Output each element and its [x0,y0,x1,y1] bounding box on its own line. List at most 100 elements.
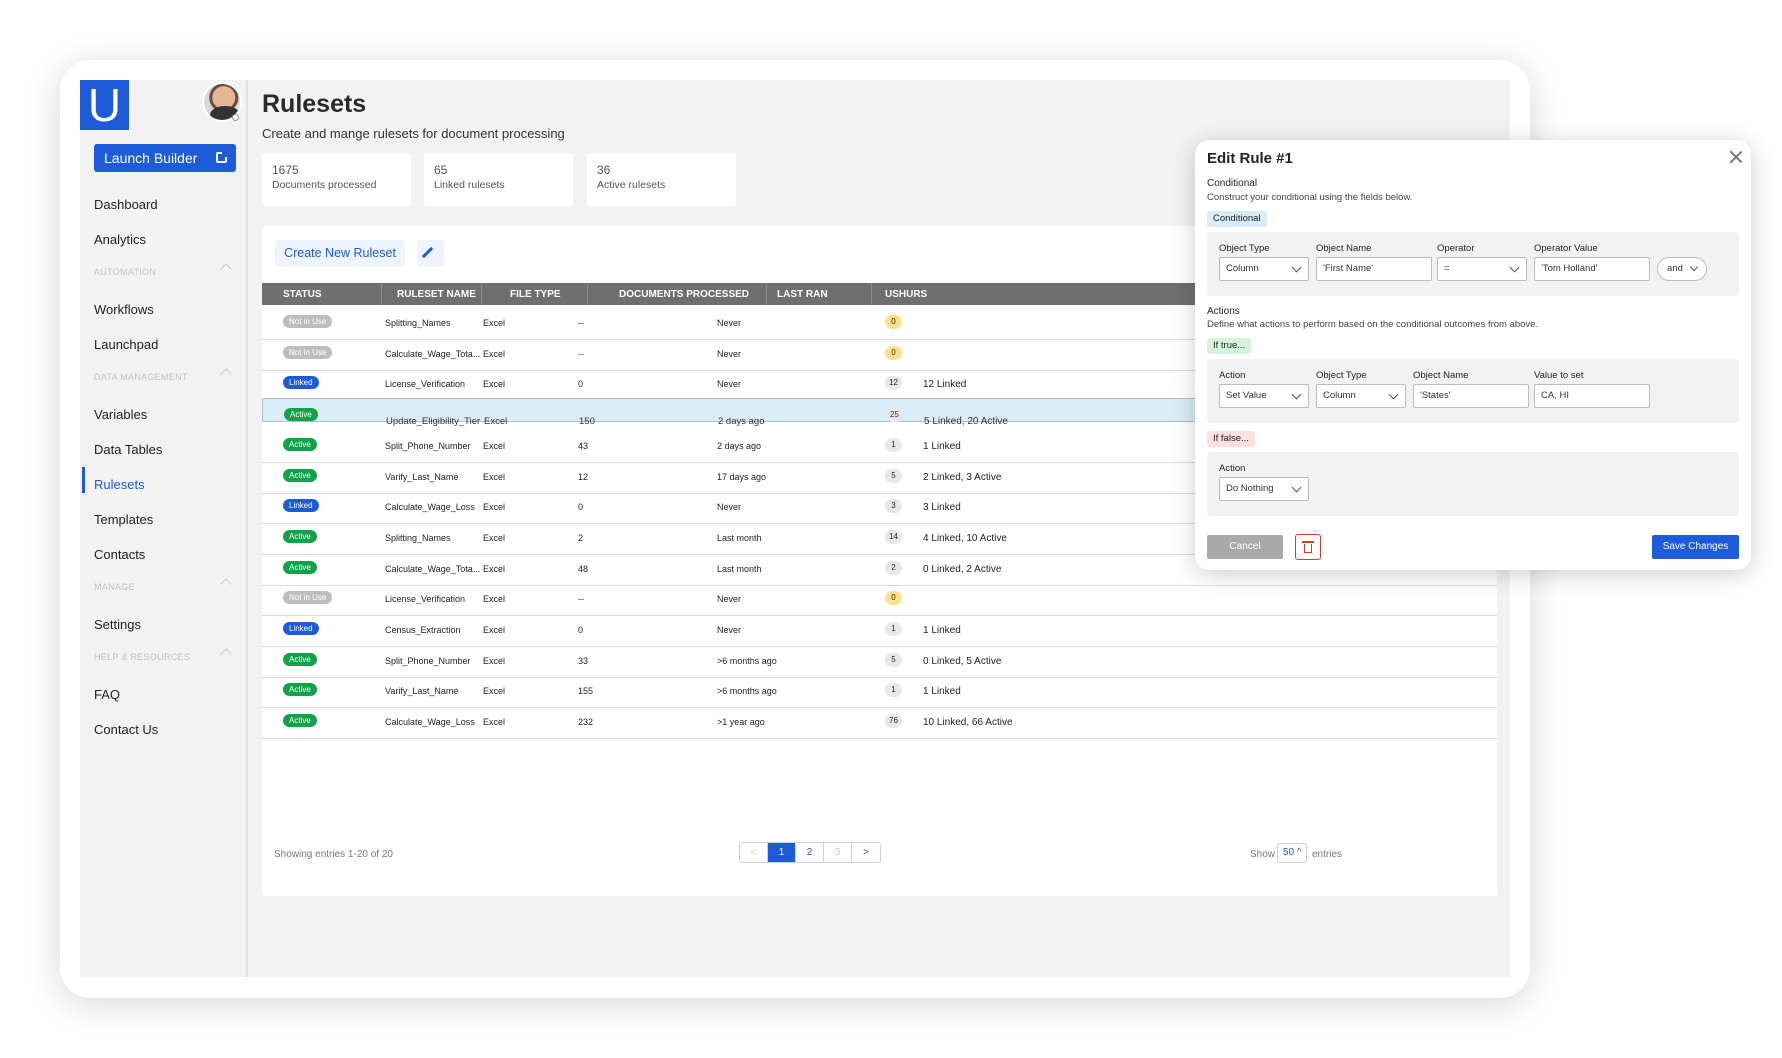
table-row[interactable]: Active Calculate_Wage_Loss Excel 232 >1 year… [262,705,1497,740]
object-type-select[interactable]: Column [1219,257,1309,281]
field-label: Action [1219,463,1246,474]
save-changes-button[interactable]: Save Changes [1652,535,1739,559]
chevron-up-icon [220,578,232,590]
ruleset-name-cell: Splitting_Names [385,318,451,328]
table-row[interactable]: Not in Use License_Verification Excel -- Nev… [262,582,1497,617]
page-button[interactable]: 2 [796,843,824,862]
sidebar-item-workflows[interactable]: Workflows [94,302,154,317]
sidebar-item-contacts[interactable]: Contacts [94,547,145,562]
last-ran-cell: 2 days ago [717,440,762,451]
chevron-down-icon [1388,389,1399,400]
chevron-down-icon [1509,262,1520,273]
sidebar-section-manage[interactable]: Manage [94,578,232,592]
logic-select[interactable]: and [1657,257,1707,281]
file-type-cell: Excel [483,625,506,635]
last-ran-cell: >6 months ago [717,655,777,666]
page-button[interactable]: 3 [824,843,852,862]
sidebar-item-variables[interactable]: Variables [94,407,147,422]
value-to-set-input[interactable]: CA, HI [1534,384,1650,408]
last-ran-cell: 17 days ago [717,471,767,482]
file-type-cell: Excel [483,594,506,605]
documents-processed-cell: 0 [578,379,584,390]
ruleset-name-cell: Varify_Last_Name [385,471,459,482]
sidebar-item-contact-us[interactable]: Contact Us [94,722,158,737]
status-badge: Linked [283,622,319,635]
app-canvas: U Launch Builder Dashboard Analytics Aut… [0,0,1782,1058]
sidebar-section-data-management[interactable]: Data Management [94,368,232,382]
status-badge: Active [283,468,317,482]
col-status[interactable]: STATUS [283,289,322,300]
entries-per-page-select[interactable]: 50 ^ [1277,843,1307,863]
ruleset-name-cell: Calculate_Wage_Loss [385,502,475,513]
field-label: Object Name [1413,370,1469,381]
linked-summary: 12 Linked [923,379,967,391]
page-button[interactable]: 1 [768,843,796,862]
app-logo[interactable]: U [80,80,129,130]
col-file-type[interactable]: FILE TYPE [510,289,561,300]
table-row[interactable]: Active Varify_Last_Name Excel 155 >6 months … [262,674,1497,709]
next-page-button[interactable]: > [852,843,880,862]
file-type-cell: Excel [483,318,506,328]
chevron-up-icon [220,368,232,380]
action-select[interactable]: Set Value [1219,384,1309,408]
col-last-ran[interactable]: LAST RAN [777,289,828,300]
documents-processed-cell: 33 [578,655,589,666]
sidebar-section-automation[interactable]: Automation [94,263,232,277]
file-type-cell: Excel [483,440,506,451]
col-ruleset-name[interactable]: RULESET NAME [397,289,476,300]
sidebar-item-analytics[interactable]: Analytics [94,232,146,247]
object-name-input[interactable]: 'First Name' [1316,257,1432,281]
status-badge: Active [283,683,317,697]
sidebar-item-launchpad[interactable]: Launchpad [94,337,158,352]
delete-button[interactable] [1295,534,1321,560]
file-type-cell: Excel [483,532,506,543]
ushurs-count-badge: 0 [885,591,902,606]
linked-summary: 1 Linked [923,440,961,452]
sidebar-item-faq[interactable]: FAQ [94,687,120,702]
last-ran-cell: Never [717,379,742,390]
section-label: Manage [94,582,135,592]
documents-processed-cell: 2 [578,532,584,543]
ushurs-count-badge: 3 [885,499,902,514]
file-type-cell: Excel [483,348,506,359]
status-badge: Not in Use [283,345,333,359]
chevron-down-icon [1291,389,1302,400]
ruleset-name-cell: Calculate_Wage_Tota... [385,563,481,574]
sidebar-item-data-tables[interactable]: Data Tables [94,442,162,457]
stat-value: 1675 [272,163,299,177]
sidebar-item-rulesets[interactable]: Rulesets [94,477,145,492]
sidebar-item-settings[interactable]: Settings [94,617,141,632]
close-icon[interactable] [1729,150,1743,164]
page-subtitle: Create and mange rulesets for document p… [262,126,565,141]
column-divider [766,283,767,305]
launch-builder-button[interactable]: Launch Builder [94,144,236,172]
sidebar-item-dashboard[interactable]: Dashboard [94,197,158,212]
column-divider [381,283,382,305]
section-label: Help & Resources [94,652,191,662]
section-label: Data Management [94,372,188,382]
col-ushurs[interactable]: USHURS [885,289,927,300]
ruleset-name-cell: Split_Phone_Number [385,440,471,451]
linked-summary: 0 Linked, 5 Active [923,655,1002,667]
status-badge: Linked [283,499,319,513]
if-true-box: Action Set Value Object Type Column Obje… [1207,359,1739,423]
table-row[interactable]: Linked Census_Extraction Excel 0 Never 1 1 Lin… [262,613,1497,647]
prev-page-button[interactable]: < [740,843,768,862]
if-false-chip: If false... [1207,431,1255,447]
object-type-select[interactable]: Column [1316,384,1406,408]
sidebar-item-templates[interactable]: Templates [94,512,153,527]
file-type-cell: Excel [483,717,506,728]
file-type-cell: Excel [483,379,506,390]
table-row[interactable]: Active Split_Phone_Number Excel 33 >6 months… [262,644,1497,678]
conditional-box: Object Type Column Object Name 'First Na… [1207,232,1739,296]
edit-button[interactable] [417,240,444,267]
create-ruleset-button[interactable]: Create New Ruleset [275,240,405,267]
sidebar-section-help[interactable]: Help & Resources [94,648,232,662]
operator-value-input[interactable]: 'Tom Holland' [1534,257,1650,281]
col-documents-processed[interactable]: DOCUMENTS PROCESSED [619,289,749,300]
operator-select[interactable]: = [1437,257,1527,281]
ruleset-name-cell: License_Verification [385,594,466,605]
action-select[interactable]: Do Nothing [1219,477,1309,501]
cancel-button[interactable]: Cancel [1207,535,1283,559]
object-name-input[interactable]: 'States' [1413,384,1529,408]
